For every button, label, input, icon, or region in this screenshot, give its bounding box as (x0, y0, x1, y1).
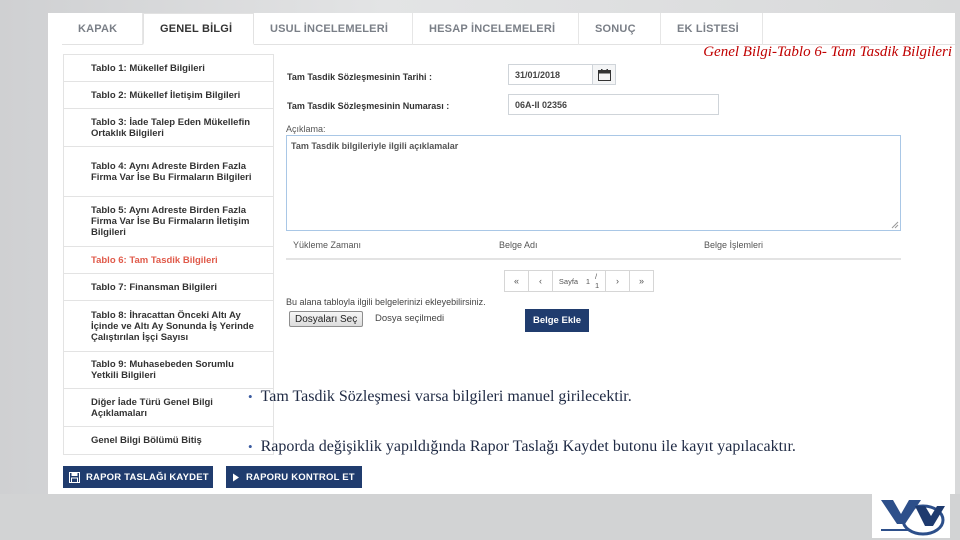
slide-title: Genel Bilgi-Tablo 6- Tam Tasdik Bilgiler… (703, 44, 952, 60)
description-textarea[interactable]: Tam Tasdik bilgileriyle ilgili açıklamal… (286, 135, 901, 231)
menu-item-tablo-2[interactable]: Tablo 2: Mükellef İletişim Bilgileri (63, 82, 274, 109)
menu-item-tablo-8[interactable]: Tablo 8: İhracattan Önceki Altı Ay İçind… (63, 301, 274, 352)
calendar-icon (597, 68, 611, 81)
pagination: « ‹ Sayfa 1 / 1 › » (504, 270, 654, 292)
save-draft-button[interactable]: RAPOR TASLAĞI KAYDET (63, 466, 213, 488)
calendar-button[interactable] (592, 64, 616, 85)
slide-footer-band (0, 494, 960, 540)
page-total: / 1 (592, 270, 606, 292)
documents-table-header: Yükleme Zamanı Belge Adı Belge İşlemleri (286, 234, 901, 260)
next-page-button[interactable]: › (605, 270, 630, 292)
menu-item-tablo-3[interactable]: Tablo 3: İade Talep Eden Mükellefin Orta… (63, 109, 274, 147)
menu-item-diger-iade[interactable]: Diğer İade Türü Genel Bilgi Açıklamaları (63, 389, 274, 427)
tab-bar: KAPAK GENEL BİLGİ USUL İNCELEMELERİ HESA… (62, 13, 955, 45)
menu-item-tablo-4[interactable]: Tablo 4: Aynı Adreste Birden Fazla Firma… (63, 147, 274, 197)
section-menu: Tablo 1: Mükellef Bilgileri Tablo 2: Mük… (63, 54, 274, 455)
tab-genel-bilgi[interactable]: GENEL BİLGİ (143, 13, 254, 45)
choose-files-button[interactable]: Dosyaları Seç (289, 311, 364, 327)
tab-usul-incelemeleri[interactable]: USUL İNCELEMELERİ (254, 13, 413, 45)
column-header-document-actions: Belge İşlemleri (704, 240, 764, 250)
check-report-label: RAPORU KONTROL ET (246, 471, 355, 483)
column-header-document-name: Belge Adı (499, 240, 538, 250)
play-icon (232, 473, 240, 482)
date-field[interactable]: 31/01/2018 (508, 64, 593, 85)
date-label: Tam Tasdik Sözleşmesinin Tarihi : (287, 72, 433, 82)
menu-item-tablo-5[interactable]: Tablo 5: Aynı Adreste Birden Fazla Firma… (63, 197, 274, 247)
no-file-text: Dosya seçilmedi (375, 313, 445, 324)
upload-hint: Bu alana tabloyla ilgili belgelerinizi e… (286, 297, 486, 307)
tab-ek-listesi[interactable]: EK LİSTESİ (661, 13, 763, 45)
save-draft-label: RAPOR TASLAĞI KAYDET (86, 471, 209, 483)
tab-hesap-incelemeleri[interactable]: HESAP İNCELEMELERİ (413, 13, 579, 45)
menu-item-tablo-6[interactable]: Tablo 6: Tam Tasdik Bilgileri (63, 247, 274, 274)
note-item: • Tam Tasdik Sözleşmesi varsa bilgileri m… (248, 388, 632, 405)
menu-item-genel-bilgi-bitis[interactable]: Genel Bilgi Bölümü Bitiş (63, 427, 274, 455)
menu-item-tablo-1[interactable]: Tablo 1: Mükellef Bilgileri (63, 54, 274, 82)
page-label: Sayfa (552, 270, 584, 292)
first-page-button[interactable]: « (504, 270, 529, 292)
check-report-button[interactable]: RAPORU KONTROL ET (226, 466, 362, 488)
save-icon (69, 471, 80, 483)
description-label: Açıklama: (286, 124, 326, 134)
menu-item-tablo-7[interactable]: Tablo 7: Finansman Bilgileri (63, 274, 274, 301)
menu-item-tablo-9[interactable]: Tablo 9: Muhasebeden Sorumlu Yetkili Bil… (63, 352, 274, 389)
note-text: Tam Tasdik Sözleşmesi varsa bilgileri ma… (260, 388, 632, 405)
tab-sonuc[interactable]: SONUÇ (579, 13, 661, 45)
note-item: • Raporda değişiklik yapıldığında Rapor T… (248, 438, 796, 455)
resize-handle-icon[interactable] (891, 221, 899, 229)
description-text: Tam Tasdik bilgileriyle ilgili açıklamal… (291, 141, 459, 151)
tab-kapak[interactable]: KAPAK (62, 13, 143, 45)
add-document-button[interactable]: Belge Ekle (525, 309, 589, 332)
last-page-button[interactable]: » (629, 270, 654, 292)
number-label: Tam Tasdik Sözleşmesinin Numarası : (287, 101, 450, 111)
brand-logo (872, 494, 950, 538)
number-field[interactable]: 06A-II 02356 (508, 94, 719, 115)
column-header-upload-time: Yükleme Zamanı (293, 240, 362, 250)
prev-page-button[interactable]: ‹ (528, 270, 553, 292)
note-text: Raporda değişiklik yapıldığında Rapor Ta… (260, 438, 796, 455)
